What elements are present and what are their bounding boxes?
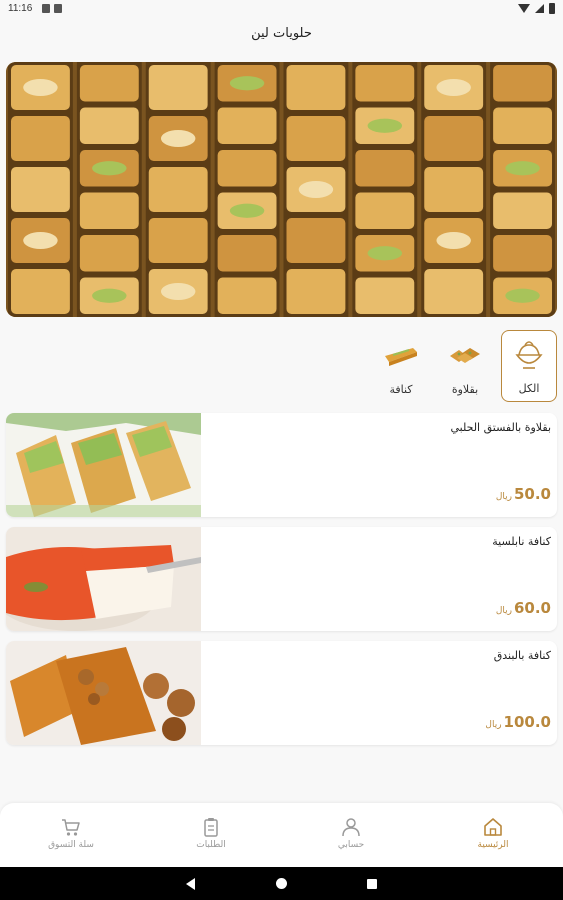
nav-label: حسابي xyxy=(337,840,365,850)
product-image xyxy=(6,641,201,745)
nav-orders[interactable]: الطلبات xyxy=(166,817,256,850)
home-icon xyxy=(484,818,502,836)
page-title: حلويات لين xyxy=(251,26,312,41)
product-card[interactable]: كنافة بالبندق ريال 100.0 xyxy=(6,641,557,745)
baklava-icon xyxy=(450,348,480,363)
product-price: 60.0 xyxy=(513,599,551,617)
product-image xyxy=(6,413,201,517)
system-navigation-bar xyxy=(0,867,563,900)
nav-label: سلة التسوق xyxy=(48,840,94,850)
status-time: 11:16 xyxy=(8,3,33,14)
product-price: 100.0 xyxy=(503,713,551,731)
banner-image xyxy=(6,62,557,317)
product-name: كنافة نابلسية xyxy=(492,535,551,548)
home-circle-icon[interactable] xyxy=(276,878,287,889)
bottom-navigation: الرئيسية حسابي الطلبات سلة التسوق xyxy=(0,803,563,867)
category-label: بقلاوة xyxy=(451,383,479,396)
product-card[interactable]: كنافة نابلسية ريال 60.0 xyxy=(6,527,557,631)
product-name: كنافة بالبندق xyxy=(493,649,551,662)
nav-label: الطلبات xyxy=(196,840,226,850)
product-image xyxy=(6,527,201,631)
category-label: كنافة xyxy=(389,383,413,396)
back-icon[interactable] xyxy=(186,878,195,890)
orders-icon xyxy=(204,818,218,837)
recents-icon[interactable] xyxy=(367,879,377,889)
battery-icon xyxy=(549,3,555,14)
product-price-group: ريال 50.0 xyxy=(496,485,551,503)
nav-account[interactable]: حسابي xyxy=(306,817,396,850)
sd-card-icon xyxy=(54,4,62,13)
wifi-icon xyxy=(518,4,530,13)
product-name: بقلاوة بالفستق الحلبي xyxy=(450,421,551,434)
nav-label: الرئيسية xyxy=(477,840,509,850)
product-price: 50.0 xyxy=(513,485,551,503)
bowl-icon xyxy=(515,341,543,369)
category-list: الكل بقلاوة كنافة xyxy=(373,330,557,402)
currency-label: ريال xyxy=(485,720,502,730)
cart-icon xyxy=(62,819,80,836)
currency-label: ريال xyxy=(495,606,512,616)
product-price-group: ريال 100.0 xyxy=(485,713,551,731)
user-icon xyxy=(342,818,360,837)
notification-icons xyxy=(42,4,62,13)
status-indicators xyxy=(518,3,555,14)
category-all[interactable]: الكل xyxy=(501,330,557,402)
signal-icon xyxy=(535,4,544,13)
category-label: الكل xyxy=(518,382,540,395)
status-bar: 11:16 xyxy=(0,0,563,18)
nav-home[interactable]: الرئيسية xyxy=(448,817,538,850)
category-baklava[interactable]: بقلاوة xyxy=(437,330,493,402)
nav-cart[interactable]: سلة التسوق xyxy=(26,817,116,850)
kunafa-icon xyxy=(385,348,417,366)
settings-notification-icon xyxy=(42,4,50,13)
category-kunafa[interactable]: كنافة xyxy=(373,330,429,402)
currency-label: ريال xyxy=(495,492,512,502)
product-price-group: ريال 60.0 xyxy=(496,599,551,617)
product-card[interactable]: بقلاوة بالفستق الحلبي ريال 50.0 xyxy=(6,413,557,517)
